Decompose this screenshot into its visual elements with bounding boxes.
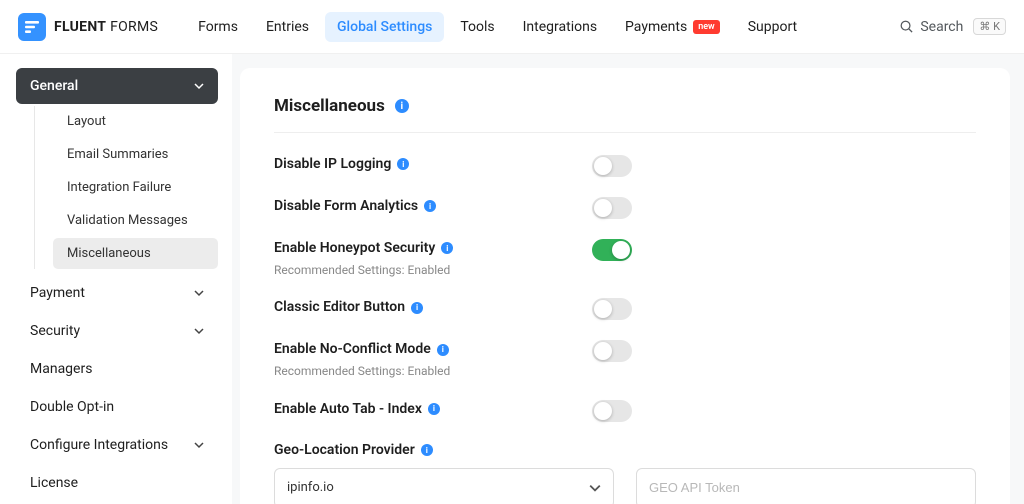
nav-integrations[interactable]: Integrations [511,12,609,42]
info-icon[interactable]: i [397,158,409,170]
sidebar-sub-validation-messages[interactable]: Validation Messages [53,205,218,236]
info-icon[interactable]: i [421,444,433,456]
sidebar-item-license[interactable]: License [16,465,218,501]
row-auto-tab: Enable Auto Tab - Indexi [274,400,976,422]
toggle-no-conflict[interactable] [592,340,632,362]
toggle-classic-editor[interactable] [592,298,632,320]
nav-tools[interactable]: Tools [448,12,506,42]
row-classic-editor: Classic Editor Buttoni [274,298,976,320]
setting-label: Disable Form Analyticsi [274,197,592,217]
logo-icon [18,13,46,41]
nav-payments-label: Payments [625,19,687,35]
sidebar-item-label: Security [30,323,80,339]
sidebar-item-label: Configure Integrations [30,437,168,453]
info-icon[interactable]: i [437,344,449,356]
chevron-down-icon [194,440,204,450]
sidebar-item-label: License [30,475,78,491]
info-icon[interactable]: i [411,302,423,314]
setting-hint: Recommended Settings: Enabled [274,262,592,279]
chevron-down-icon [194,288,204,298]
badge-new: new [693,20,720,34]
sidebar-sub-integration-failure[interactable]: Integration Failure [53,172,218,203]
sidebar-item-payment[interactable]: Payment [16,275,218,311]
nav-global-settings[interactable]: Global Settings [325,12,444,42]
logo-text: FLUENT FORMS [54,19,158,35]
kbd-shortcut: ⌘ K [973,18,1006,35]
sidebar-item-security[interactable]: Security [16,313,218,349]
nav-forms[interactable]: Forms [186,12,250,42]
info-icon[interactable]: i [441,242,453,254]
sidebar: General Layout Email Summaries Integrati… [0,54,232,504]
setting-label: Enable Honeypot Securityi Recommended Se… [274,239,592,278]
nav-right: Search ⌘ K [899,18,1006,35]
geo-provider-select[interactable]: ipinfo.io [274,468,614,504]
toggle-disable-ip-logging[interactable] [592,155,632,177]
sidebar-item-general[interactable]: General [16,68,218,104]
sidebar-sub-general: Layout Email Summaries Integration Failu… [34,106,218,269]
geo-label: Geo-Location Provideri [274,442,976,458]
chevron-down-icon [194,326,204,336]
search-icon [899,19,914,34]
row-disable-ip-logging: Disable IP Loggingi [274,155,976,177]
chevron-down-icon [194,81,204,91]
setting-label: Enable No-Conflict Modei Recommended Set… [274,340,592,379]
search-label: Search [920,19,963,35]
logo[interactable]: FLUENT FORMS [18,13,158,41]
row-honeypot: Enable Honeypot Securityi Recommended Se… [274,239,976,278]
nav-support[interactable]: Support [736,12,809,42]
geo-form-row: ipinfo.io [274,468,976,504]
info-icon[interactable]: i [395,99,409,113]
chevron-down-icon [589,482,601,494]
nav-items: Forms Entries Global Settings Tools Inte… [186,12,809,42]
setting-label: Enable Auto Tab - Indexi [274,400,592,420]
row-disable-form-analytics: Disable Form Analyticsi [274,197,976,219]
toggle-auto-tab[interactable] [592,400,632,422]
top-nav: FLUENT FORMS Forms Entries Global Settin… [0,0,1024,54]
setting-label: Disable IP Loggingi [274,155,592,175]
info-icon[interactable]: i [428,403,440,415]
geo-api-token-input[interactable] [636,468,976,504]
setting-label: Classic Editor Buttoni [274,298,592,318]
sidebar-sub-email-summaries[interactable]: Email Summaries [53,139,218,170]
sidebar-item-label: Payment [30,285,85,301]
setting-hint: Recommended Settings: Enabled [274,363,592,380]
select-value: ipinfo.io [287,480,334,495]
sidebar-item-label: General [30,78,78,94]
section-title-text: Miscellaneous [274,96,385,116]
settings-card: Miscellaneous i Disable IP Loggingi Disa… [240,68,1010,504]
sidebar-item-configure-integrations[interactable]: Configure Integrations [16,427,218,463]
sidebar-item-managers[interactable]: Managers [16,351,218,387]
toggle-disable-form-analytics[interactable] [592,197,632,219]
sidebar-item-label: Managers [30,361,92,377]
row-no-conflict: Enable No-Conflict Modei Recommended Set… [274,340,976,379]
toggle-honeypot[interactable] [592,239,632,261]
sidebar-sub-layout[interactable]: Layout [53,106,218,137]
nav-payments[interactable]: Payments new [613,12,732,42]
nav-entries[interactable]: Entries [254,12,321,42]
section-title: Miscellaneous i [274,96,976,133]
sidebar-item-double-optin[interactable]: Double Opt-in [16,389,218,425]
search-button[interactable]: Search [899,19,963,35]
sidebar-sub-miscellaneous[interactable]: Miscellaneous [53,238,218,269]
main-panel: Miscellaneous i Disable IP Loggingi Disa… [232,54,1024,504]
sidebar-item-label: Double Opt-in [30,399,114,415]
info-icon[interactable]: i [424,200,436,212]
